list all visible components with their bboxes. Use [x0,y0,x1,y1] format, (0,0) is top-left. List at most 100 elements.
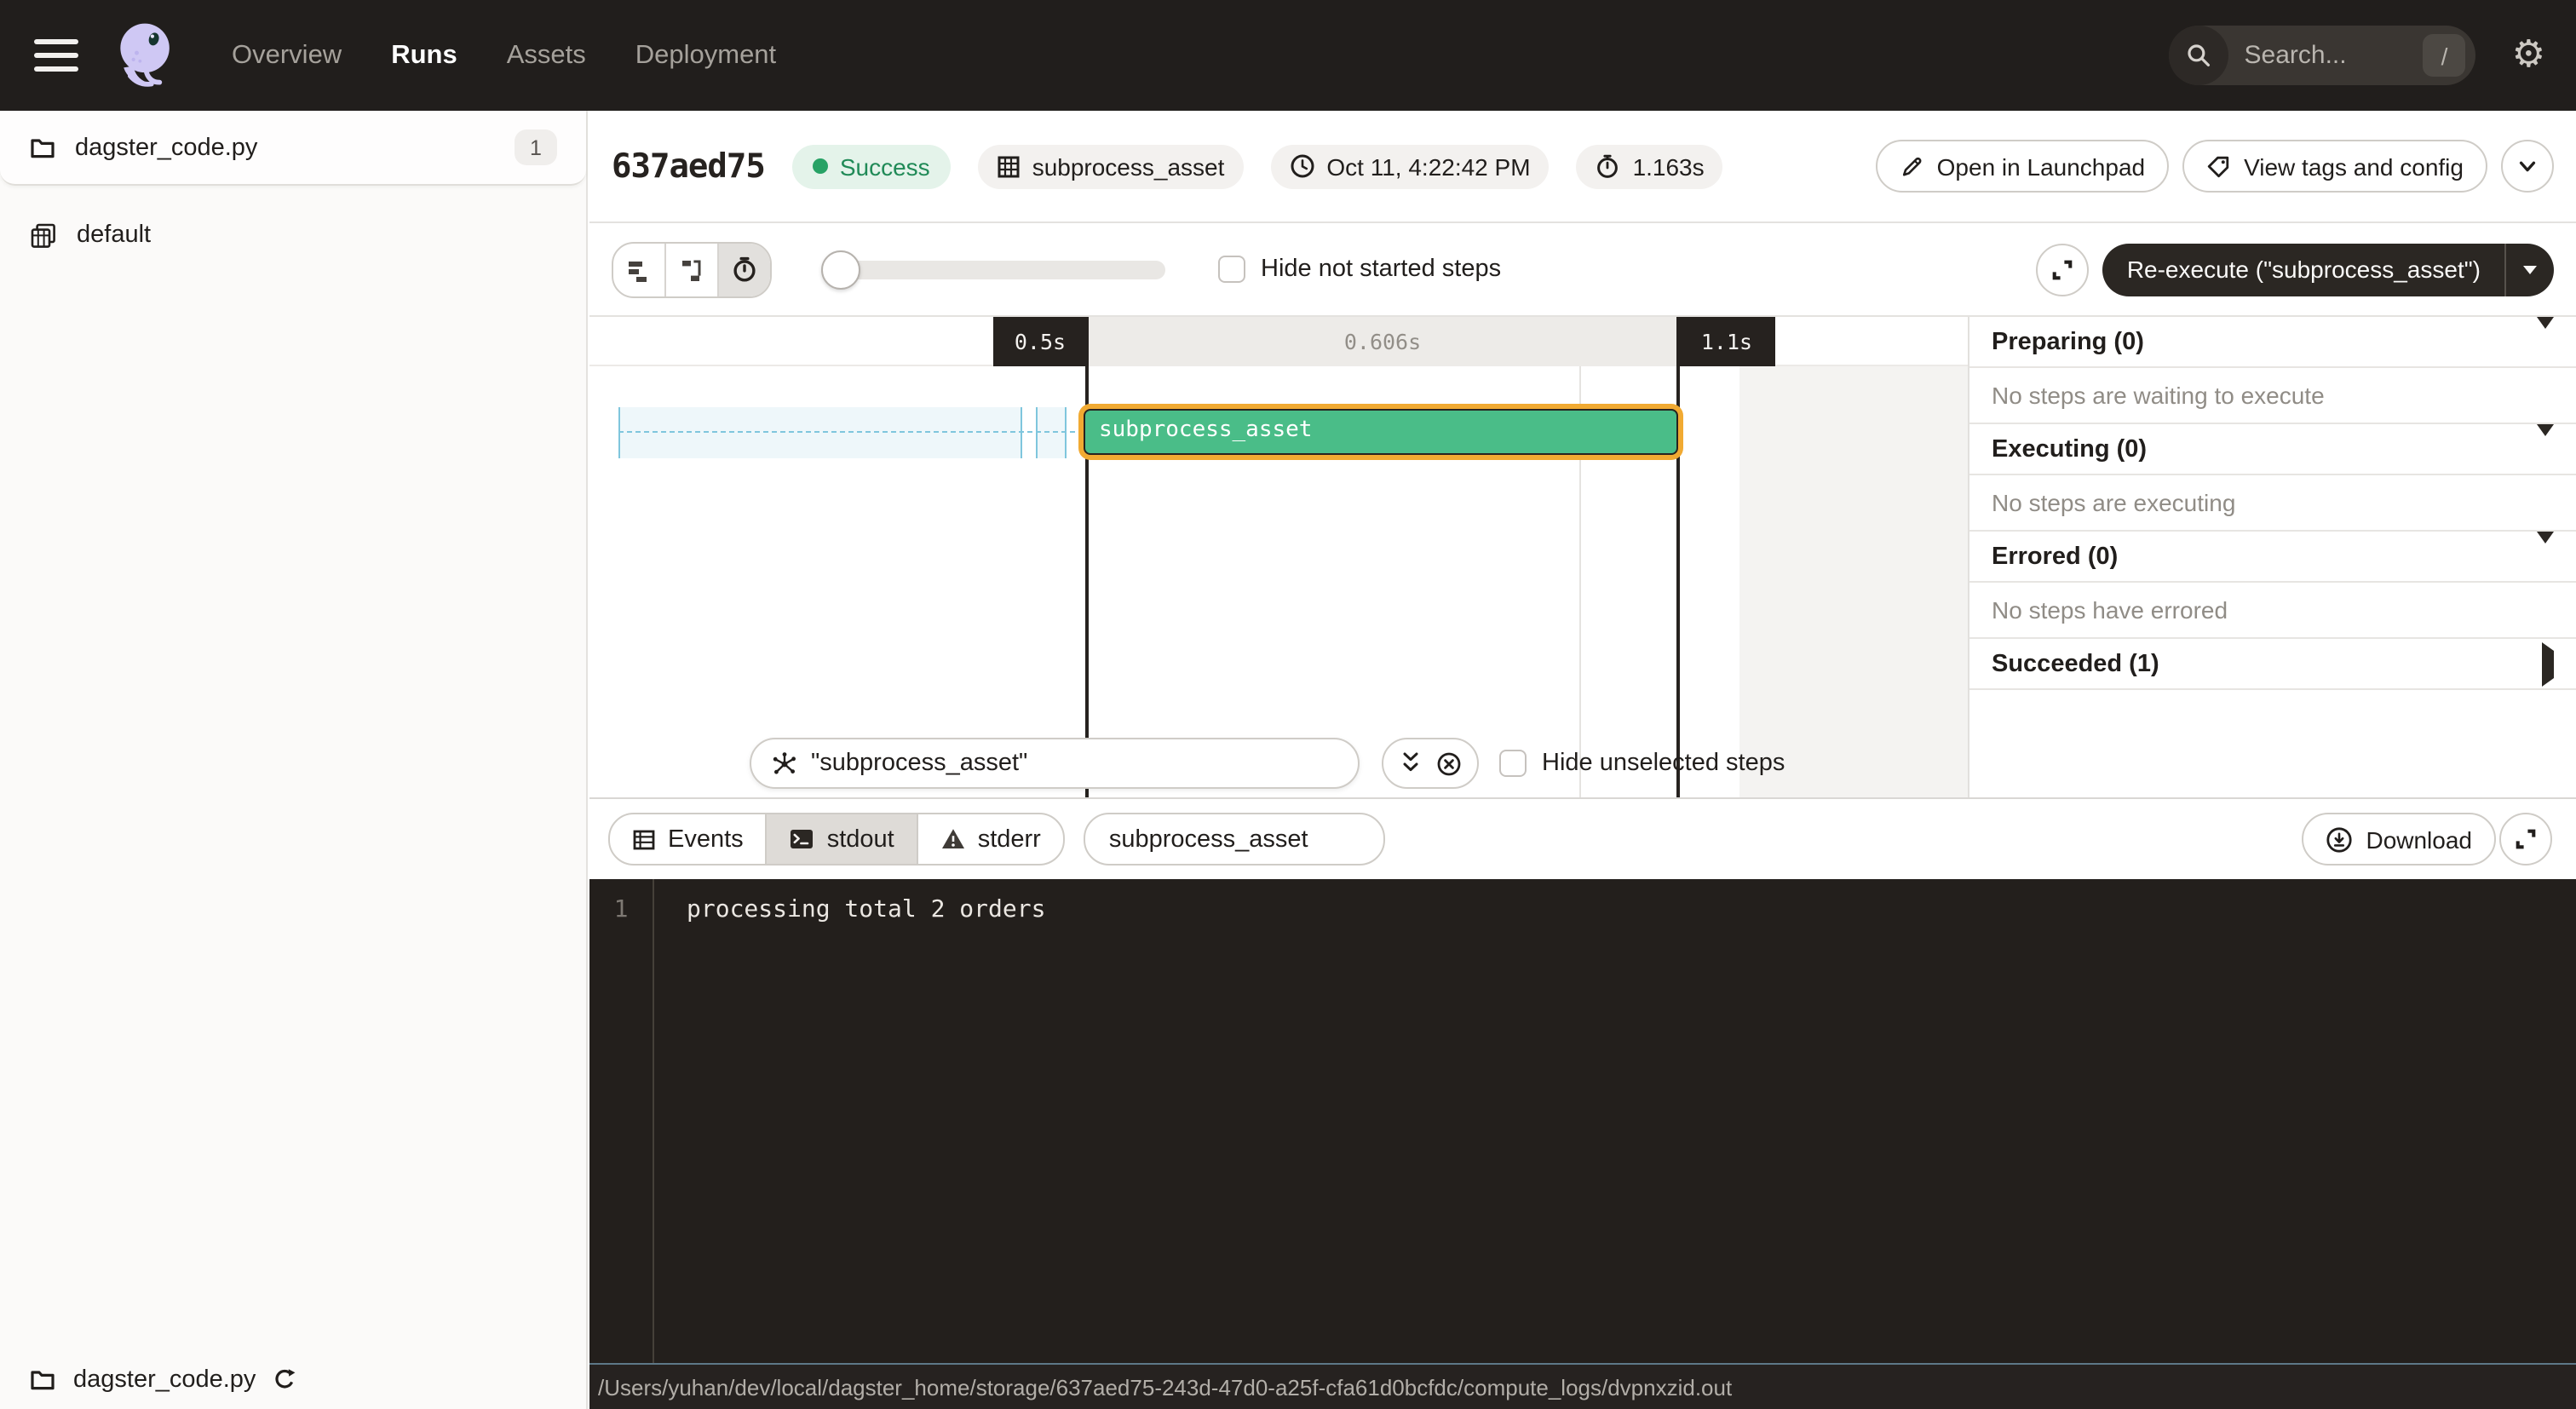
nav-item-assets[interactable]: Assets [507,40,586,71]
log-step-filter[interactable]: subprocess_asset [1084,813,1385,866]
step-selector-value: "subprocess_asset" [811,750,1027,777]
search-placeholder: Search... [2245,41,2424,70]
gantt-zoom-slider[interactable] [821,250,1165,289]
unfold-steps-icon[interactable] [1399,751,1423,775]
collapse-arrow-icon [2537,435,2554,463]
slider-track[interactable] [821,260,1165,279]
open-in-launchpad-label: Open in Launchpad [1937,152,2145,180]
chevron-down-icon [2516,155,2539,177]
job-pill[interactable]: subprocess_asset [978,144,1244,188]
run-header-actions: Open in Launchpad View tags and config [1876,140,2554,193]
gantt-fullscreen-button[interactable] [2037,243,2090,296]
waiting-phase-dash-line [618,431,1084,433]
timestamp-pill: Oct 11, 4:22:42 PM [1270,144,1549,188]
log-line-number: 1 [589,879,654,1363]
step-filter-actions [1382,738,1479,789]
selection-duration-band: 0.606s [1087,317,1678,366]
hide-not-started-checkbox[interactable] [1218,256,1245,283]
expand-icon [2515,828,2537,850]
tab-stdout[interactable]: stdout [768,814,918,864]
search-input[interactable]: Search... / [2170,26,2476,85]
sidebar-footer-repo-name: dagster_code.py [73,1366,256,1394]
waterfall-view-icon [679,256,704,282]
log-fullscreen-button[interactable] [2499,813,2552,866]
section-title: Executing (0) [1992,435,2147,463]
job-name: default [77,221,151,249]
flat-view-icon [626,256,652,282]
selection-start-line [1085,317,1089,797]
gear-icon[interactable]: ⚙ [2512,37,2545,74]
collapse-arrow-icon [2537,543,2554,570]
selection-duration-label: 0.606s [1344,329,1421,354]
panel-section-body: No steps have errored [1969,583,2576,639]
panel-section-succeeded[interactable]: Succeeded (1) [1969,639,2576,690]
log-file-path: /Users/yuhan/dev/local/dagster_home/stor… [598,1374,1732,1400]
timestamp-label: Oct 11, 4:22:42 PM [1326,152,1530,180]
primary-nav: Overview Runs Assets Deployment [232,40,776,71]
log-line-text: processing total 2 orders [654,879,1045,1363]
download-icon [2325,825,2352,853]
duration-label: 1.163s [1633,152,1705,180]
log-actions: Download [2301,813,2552,866]
status-badge: Success [792,144,951,188]
section-title: Errored (0) [1992,543,2118,570]
log-output[interactable]: 1 processing total 2 orders [589,879,2576,1363]
nav-item-deployment[interactable]: Deployment [635,40,776,71]
view-mode-timed-button[interactable] [719,243,770,296]
dagster-logo-icon[interactable] [107,16,186,95]
tab-stderr-label: stderr [978,825,1041,853]
reexecute-dropdown-button[interactable] [2506,265,2554,273]
nav-item-overview[interactable]: Overview [232,40,342,71]
reexecute-button[interactable]: Re-execute ("subprocess_asset") [2103,243,2554,296]
log-tabs-bar: Events stdout stderr subprocess_asset Do… [589,799,2576,879]
download-button[interactable]: Download [2301,813,2496,866]
waiting-phase-box [618,407,1022,458]
panel-section-body: No steps are waiting to execute [1969,368,2576,424]
repo-count-badge: 1 [515,129,557,165]
gantt-section: 0.606s 0.5s 1.1s subprocess_asset [589,317,2576,799]
gantt-chart: 0.606s 0.5s 1.1s subprocess_asset [589,317,1968,797]
status-label: Success [840,152,930,180]
slider-thumb[interactable] [821,250,860,289]
run-header-more-button[interactable] [2501,140,2554,193]
sidebar-item-default-job[interactable]: default [0,208,586,262]
tab-events[interactable]: Events [610,814,768,864]
sidebar-footer: dagster_code.py [0,1351,586,1409]
sidebar-repo-header[interactable]: dagster_code.py 1 [0,111,586,186]
nav-item-runs[interactable]: Runs [391,40,457,71]
search-icon [2170,26,2229,85]
hide-unselected-checkbox[interactable] [1499,750,1527,777]
hide-unselected-label: Hide unselected steps [1542,750,1785,777]
op-selector-icon [772,751,797,776]
panel-section-errored[interactable]: Errored (0) [1969,532,2576,583]
job-pill-label: subprocess_asset [1032,152,1225,180]
clock-icon [1289,153,1314,179]
hamburger-menu-icon[interactable] [34,39,78,72]
step-selector-input[interactable]: "subprocess_asset" [750,738,1360,789]
download-label: Download [2366,825,2472,853]
left-sidebar: dagster_code.py 1 default dagster_code.p… [0,111,588,1409]
reload-icon[interactable] [273,1368,296,1392]
gantt-toolbar: Hide not started steps Re-execute ("subp… [589,223,2576,317]
folder-icon [29,1366,56,1394]
search-shortcut-key: / [2424,34,2466,77]
open-in-launchpad-button[interactable]: Open in Launchpad [1876,140,2169,193]
gantt-step-bar[interactable]: subprocess_asset [1084,409,1678,455]
top-navbar: Overview Runs Assets Deployment Search..… [0,0,2576,111]
run-status-panel: Preparing (0) No steps are waiting to ex… [1968,317,2576,797]
tab-stderr[interactable]: stderr [918,814,1063,864]
panel-section-preparing[interactable]: Preparing (0) [1969,317,2576,368]
view-mode-flat-button[interactable] [613,243,666,296]
view-mode-waterfall-button[interactable] [666,243,719,296]
log-tab-group: Events stdout stderr [608,813,1065,866]
gantt-offscale-region [1739,366,1968,797]
reexecute-label: Re-execute ("subprocess_asset") [2103,256,2504,283]
duration-pill: 1.163s [1577,144,1723,188]
stopwatch-icon [1596,153,1621,179]
clear-selection-icon[interactable] [1436,751,1462,776]
panel-section-executing[interactable]: Executing (0) [1969,424,2576,475]
stopwatch-icon [731,256,758,283]
view-tags-config-button[interactable]: View tags and config [2182,140,2487,193]
success-dot-icon [813,158,828,174]
pencil-icon [1900,154,1923,178]
